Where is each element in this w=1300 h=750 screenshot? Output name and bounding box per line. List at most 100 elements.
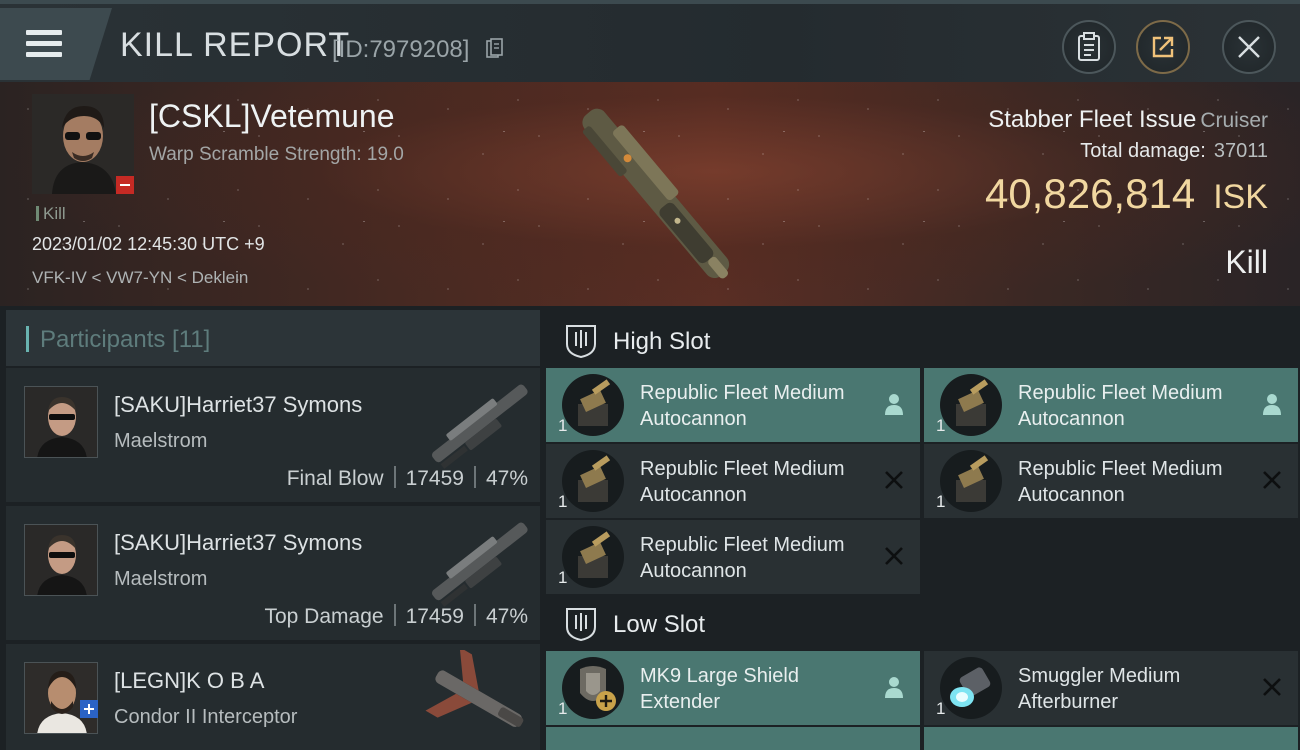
module-quantity: 1: [558, 416, 568, 435]
participant-ship: Condor II Interceptor: [114, 706, 298, 728]
participant-role: Top Damage: [264, 605, 384, 628]
low-slot-icon: [566, 608, 596, 641]
module-slot[interactable]: 1 Republic Fleet Medium Autocannon: [546, 520, 920, 594]
module-quantity: 1: [558, 492, 568, 511]
module-slot[interactable]: 1 Republic Fleet Medium Autocannon: [546, 444, 920, 518]
participant-row[interactable]: [SAKU]Harriet37 Symons Maelstrom Final B…: [6, 368, 540, 502]
participant-percent: 47%: [485, 467, 528, 490]
isk-value-line: 40,826,814 ISK: [985, 170, 1268, 218]
kill-type: Kill: [1225, 244, 1268, 280]
module-slot[interactable]: 1 Republic Fleet Medium Autocannon: [924, 444, 1298, 518]
autocannon-icon: [940, 450, 1002, 512]
module-slot[interactable]: 1 Republic Fleet Medium Autocannon: [924, 368, 1298, 442]
high-slot-icon: [566, 325, 596, 358]
destroyed-icon: [1263, 471, 1281, 489]
page-title: KILL REPORT: [120, 26, 351, 64]
high-slot-label: High Slot: [613, 328, 711, 355]
victim-name[interactable]: [CSKL]Vetemune: [149, 98, 394, 135]
module-name: MK9 Large Shield Extender: [640, 665, 799, 713]
plus-badge: [80, 700, 98, 718]
autocannon-icon: [562, 450, 624, 512]
kill-datetime: 2023/01/02 12:45:30 UTC +9: [32, 234, 265, 254]
menu-tab[interactable]: [0, 8, 112, 80]
participant-portrait: [24, 662, 98, 734]
participant-percent: 47%: [485, 605, 528, 628]
victim-ship-class: Cruiser: [1200, 109, 1268, 132]
module-name: Republic Fleet Medium Autocannon: [1018, 382, 1223, 430]
participant-stats: Final Blow 17459 47%: [287, 466, 528, 491]
participant-ship: Maelstrom: [114, 568, 208, 590]
afterburner-icon: [940, 657, 1002, 719]
destroyed-icon: [1263, 678, 1281, 696]
module-slot[interactable]: 1 MK9 Large Shield Extender: [546, 651, 920, 725]
victim-ship-image[interactable]: [540, 88, 770, 300]
module-slot[interactable]: 1 Republic Fleet Medium Autocannon: [546, 368, 920, 442]
participant-name: [SAKU]Harriet37 Symons: [114, 392, 363, 417]
fitting-panel: High Slot 1 Republic Fleet Medium Autoca…: [546, 310, 1300, 750]
module-quantity: 1: [936, 416, 946, 435]
copy-icon[interactable]: [486, 38, 504, 60]
module-name: Republic Fleet Medium Autocannon: [1018, 458, 1223, 506]
person-icon: [885, 394, 903, 415]
avatar: [25, 525, 97, 595]
participant-name: [LEGN]K O B A: [114, 668, 265, 693]
module-slot[interactable]: 1 Smuggler Medium Afterburner: [924, 651, 1298, 725]
module-name: Republic Fleet Medium Autocannon: [640, 534, 845, 582]
avatar: [25, 387, 97, 457]
low-slot-header: Low Slot: [546, 595, 1300, 653]
module-quantity: 1: [558, 568, 568, 587]
module-name: Republic Fleet Medium Autocannon: [640, 382, 845, 430]
clipboard-button[interactable]: [1062, 20, 1116, 74]
destroyed-icon: [885, 471, 903, 489]
top-bar: KILL REPORT [ID:7979208]: [0, 0, 1300, 82]
participant-row[interactable]: [SAKU]Harriet37 Symons Maelstrom Top Dam…: [6, 506, 540, 640]
kill-tag: Kill: [36, 204, 66, 224]
avatar: [25, 663, 97, 733]
participant-row[interactable]: [LEGN]K O B A Condor II Interceptor: [6, 644, 540, 750]
participant-damage: 17459: [405, 467, 464, 490]
participant-ship-image: [432, 384, 528, 469]
scramble-strength: Warp Scramble Strength: 19.0: [149, 144, 404, 165]
participant-stats: Top Damage 17459 47%: [264, 604, 528, 629]
participants-label: Participants [11]: [40, 326, 211, 353]
participants-header[interactable]: Participants [11]: [6, 310, 540, 366]
autocannon-icon: [562, 526, 624, 588]
total-damage-label: Total damage:: [1080, 140, 1206, 162]
autocannon-icon: [940, 374, 1002, 436]
module-slot-partial[interactable]: [546, 727, 920, 750]
module-quantity: 1: [558, 699, 568, 718]
high-slot-header: High Slot: [546, 312, 1300, 370]
module-quantity: 1: [936, 492, 946, 511]
report-id: [ID:7979208]: [332, 36, 470, 63]
participant-ship: Maelstrom: [114, 430, 208, 452]
low-slot-label: Low Slot: [613, 611, 706, 638]
participant-portrait: [24, 524, 98, 596]
destroyed-icon: [885, 547, 903, 565]
person-icon: [1263, 394, 1281, 415]
total-damage: Total damage: 37011: [1080, 140, 1268, 163]
participants-panel: Participants [11] [SAKU]Harriet37 Symons…: [6, 310, 540, 750]
isk-unit: ISK: [1213, 178, 1268, 216]
participant-role: Final Blow: [286, 467, 384, 490]
share-icon: [1152, 36, 1174, 58]
remove-badge: [116, 176, 134, 194]
module-quantity: 1: [936, 699, 946, 718]
module-name: Smuggler Medium Afterburner: [1018, 665, 1181, 713]
victim-ship-name[interactable]: Stabber Fleet Issue: [988, 106, 1196, 133]
participant-name: [SAKU]Harriet37 Symons: [114, 530, 363, 555]
share-button[interactable]: [1136, 20, 1190, 74]
kill-location[interactable]: VFK-IV < VW7-YN < Deklein: [32, 268, 248, 288]
total-damage-value: 37011: [1213, 140, 1268, 162]
shield-extender-icon: [562, 657, 624, 719]
victim-ship-line: Stabber Fleet Issue Cruiser: [988, 106, 1268, 134]
participant-ship-image: [432, 522, 528, 607]
participant-ship-image: [425, 650, 524, 727]
person-icon: [885, 677, 903, 698]
victim-banner: [CSKL]Vetemune Warp Scramble Strength: 1…: [0, 82, 1300, 306]
close-button[interactable]: [1222, 20, 1276, 74]
participant-portrait: [24, 386, 98, 458]
hamburger-menu-icon[interactable]: [26, 30, 62, 58]
module-slot-partial[interactable]: [924, 727, 1298, 750]
participant-damage: 17459: [405, 605, 464, 628]
module-name: Republic Fleet Medium Autocannon: [640, 458, 845, 506]
